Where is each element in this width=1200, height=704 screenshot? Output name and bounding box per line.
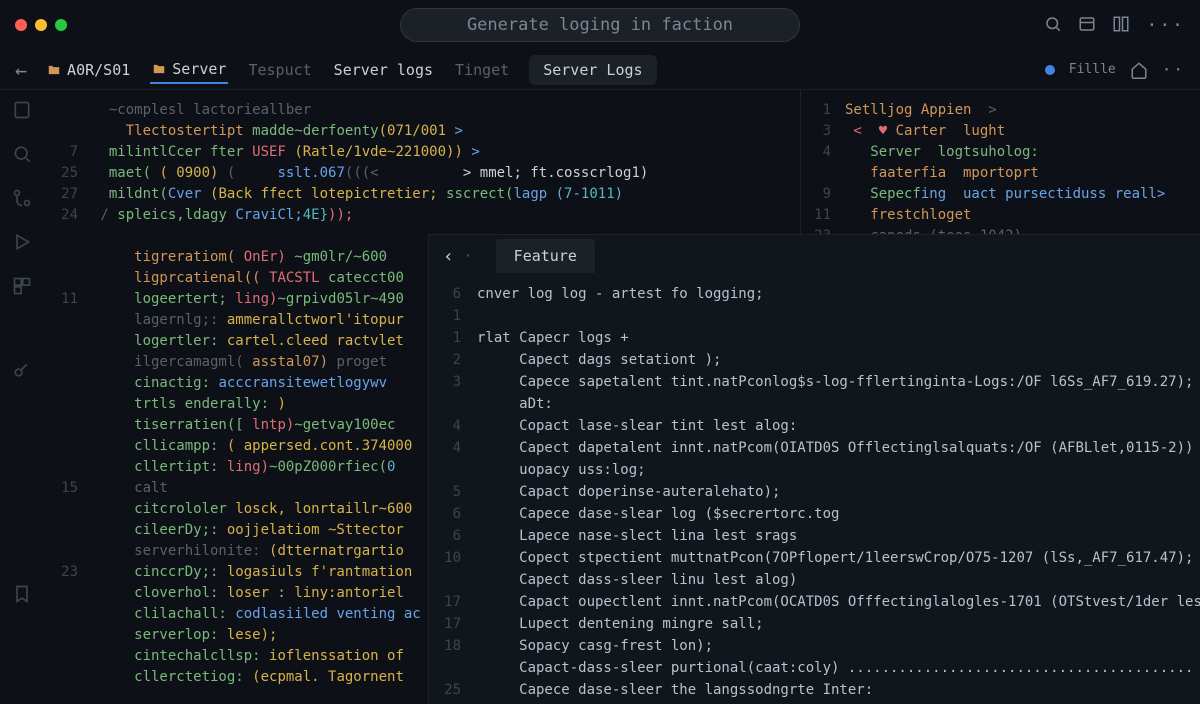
feature-line: 1rlat Capecr logs +	[429, 327, 1200, 349]
tab-label: Tinget	[455, 61, 509, 79]
feature-tab[interactable]: Feature	[496, 239, 595, 273]
feature-line: aDt:	[429, 393, 1200, 415]
source-control-icon[interactable]	[12, 188, 32, 208]
feature-line: 4 Capect dapetalent innt.natPcom(OIATD0S…	[429, 437, 1200, 459]
tab-label: Server Logs	[543, 61, 642, 79]
feature-panel: ‹ · Feature 6cnver log log - artest fo l…	[428, 234, 1200, 704]
feature-line: 6 Lapece nase-slect lina lest srags	[429, 525, 1200, 547]
tab-server-logs-2[interactable]: Server Logs	[529, 55, 656, 85]
tab-server-logs[interactable]: Server logs	[332, 57, 435, 83]
command-center[interactable]: Generate loging in faction	[400, 8, 800, 42]
feature-body[interactable]: 6cnver log log - artest fo logging;11rla…	[429, 277, 1200, 704]
tab-label: Server logs	[334, 61, 433, 79]
tabbar-right: Fillle ··	[1045, 60, 1185, 79]
code-line: 7 milintlCcer fter USEF (Ratle/1vde~2210…	[44, 142, 800, 163]
editor-area: ~complesl lactorieallber Tlectostertipt …	[44, 90, 1200, 704]
panel-icon[interactable]	[1078, 15, 1096, 33]
folder-icon	[152, 62, 166, 76]
code-line: 3 < ♥ Carter lught	[801, 121, 1200, 142]
code-line: ~complesl lactorieallber	[44, 100, 800, 121]
debug-icon[interactable]	[12, 232, 32, 252]
code-line: 11 frestchloget	[801, 205, 1200, 226]
feature-line: 6 Capece dase-slear log ($secrertorc.tog	[429, 503, 1200, 525]
feature-line: 17 Lupect dentening mingre sall;	[429, 613, 1200, 635]
home-icon[interactable]	[1130, 61, 1148, 79]
feature-line: 3 Capece sapetalent tint.natPconlog$s-lo…	[429, 371, 1200, 393]
feature-tab-label: Feature	[514, 247, 577, 265]
tab-label: Server	[172, 60, 226, 78]
close-window[interactable]	[15, 19, 27, 31]
code-line: faaterfia mportoprt	[801, 163, 1200, 184]
feature-line: 18 Sopacy casg-frest lon);	[429, 635, 1200, 657]
status-dot	[1045, 65, 1055, 75]
activity-bar	[0, 90, 44, 704]
code-line: 24 / spleics,ldagy CraviCl;4E}));	[44, 205, 800, 226]
feature-line: 10 Copect stpectient muttnatPcon(7OPflop…	[429, 547, 1200, 569]
explorer-icon[interactable]	[12, 100, 32, 120]
feature-line: Capact-dass-sleer purtional(caat:coly) .…	[429, 657, 1200, 679]
feature-line: Capect dass-sleer linu lest alog)	[429, 569, 1200, 591]
minimize-window[interactable]	[35, 19, 47, 31]
search-icon[interactable]	[12, 144, 32, 164]
titlebar: Generate loging in faction ···	[0, 0, 1200, 50]
feature-line: 5 Capact doperinse-auteralehato);	[429, 481, 1200, 503]
feature-line: 4 Copact lase-slear tint lest alog:	[429, 415, 1200, 437]
maximize-window[interactable]	[55, 19, 67, 31]
more-icon[interactable]: ···	[1146, 15, 1185, 36]
feature-line: 25 Capece dase-sleer the langssodngrte I…	[429, 679, 1200, 701]
search-icon[interactable]	[1044, 15, 1062, 33]
fillle-label[interactable]: Fillle	[1069, 62, 1116, 77]
layout-icon[interactable]	[1112, 15, 1130, 33]
titlebar-actions: ···	[1044, 15, 1185, 36]
extensions-icon[interactable]	[12, 276, 32, 296]
code-line: 9 Sepecfing uact pursectiduss reall>	[801, 184, 1200, 205]
feature-line: 1	[429, 305, 1200, 327]
tab-label: A0R/S01	[67, 61, 130, 79]
code-line: 1Setlljog Appien >	[801, 100, 1200, 121]
more-icon[interactable]: ··	[1162, 60, 1185, 79]
main-area: ~complesl lactorieallber Tlectostertipt …	[0, 90, 1200, 704]
code-line: 4 Server logtsuholog:	[801, 142, 1200, 163]
tab-tinget[interactable]: Tinget	[453, 57, 511, 83]
code-line: 27 mildnt(Cver (Back ffect lotepictretie…	[44, 184, 800, 205]
tabbar: ← A0R/S01 Server Tespuct Server logs Tin…	[0, 50, 1200, 90]
folder-icon	[47, 63, 61, 77]
feature-line: 17 Capact oupectlent innt.natPcom(OCATD0…	[429, 591, 1200, 613]
key-icon[interactable]	[12, 360, 32, 380]
feature-dots: ·	[464, 249, 474, 264]
back-button[interactable]: ←	[15, 58, 27, 82]
bookmark-icon[interactable]	[12, 584, 32, 604]
feature-line: 2 Capect dags setationt );	[429, 349, 1200, 371]
tab-label: Tespuct	[248, 61, 311, 79]
command-text: Generate loging in faction	[467, 15, 733, 35]
feature-line: 6cnver log log - artest fo logging;	[429, 283, 1200, 305]
tab-tespuct[interactable]: Tespuct	[246, 57, 313, 83]
feature-back-icon[interactable]: ‹	[443, 246, 454, 267]
tab-a0rs01[interactable]: A0R/S01	[45, 57, 132, 83]
code-line: 25 maet( ( 0900) ( sslt.067(((< > mmel; …	[44, 163, 800, 184]
feature-line: uopacy uss:log;	[429, 459, 1200, 481]
feature-header: ‹ · Feature	[429, 235, 1200, 277]
code-line: Tlectostertipt madde~derfoenty(071/001 >	[44, 121, 800, 142]
tab-server[interactable]: Server	[150, 56, 228, 84]
window-controls	[15, 19, 67, 31]
